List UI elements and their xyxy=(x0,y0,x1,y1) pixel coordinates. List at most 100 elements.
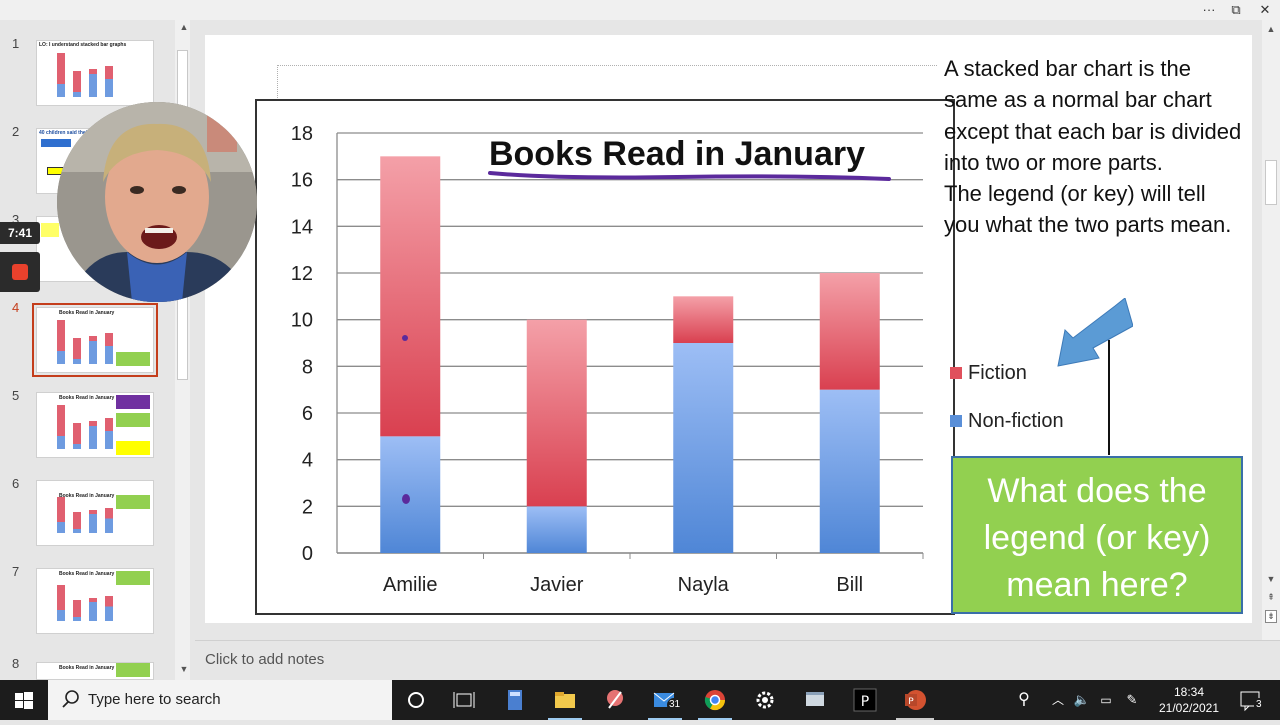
placeholder-border xyxy=(277,65,937,66)
legend-swatch xyxy=(950,367,962,379)
powerpoint-icon[interactable]: P xyxy=(901,686,929,714)
y-tick-label: 8 xyxy=(302,356,313,378)
thumbnail-title: Books Read in January xyxy=(59,571,115,577)
annotation-dot xyxy=(402,335,408,341)
windows-taskbar: Type here to search 31 P P ⚲ ︿ 🔈 ▭ ✎ 18:… xyxy=(0,680,1280,720)
thumbnail-preview[interactable]: LO: I understand stacked bar graphs xyxy=(36,40,154,106)
task-view-icon[interactable] xyxy=(450,686,478,714)
title-underline-annotation xyxy=(488,171,891,181)
scroll-down-icon[interactable]: ▼ xyxy=(1265,574,1277,584)
calculator-icon[interactable] xyxy=(501,686,529,714)
y-tick-label: 2 xyxy=(302,496,313,518)
x-tick-label: Javier xyxy=(530,574,584,596)
chrome-icon[interactable] xyxy=(701,686,729,714)
scroll-down-icon[interactable]: ▼ xyxy=(178,664,190,674)
thumbnail-question-box xyxy=(116,395,150,409)
settings-gear-icon[interactable] xyxy=(751,686,779,714)
mini-chart xyxy=(51,493,121,533)
thumbnail-preview[interactable]: Books Read in January xyxy=(36,662,154,680)
legend-label: Non-fiction xyxy=(968,410,1064,432)
slide-canvas[interactable]: 0 2 4 6 8 10 12 14 16 18 Amilie Javier Nayla Bill Boo… xyxy=(205,35,1252,623)
svg-text:P: P xyxy=(908,697,914,707)
taskbar-clock[interactable]: 18:34 21/02/2021 xyxy=(1150,684,1228,716)
bar-fiction-amilie xyxy=(380,156,441,437)
thumbnail-number: 5 xyxy=(12,388,20,403)
clock-time: 18:34 xyxy=(1173,685,1205,699)
stacked-bar-chart[interactable]: 0 2 4 6 8 10 12 14 16 18 Amilie Javier Nayla Bill Boo… xyxy=(255,99,955,615)
search-placeholder: Type here to search xyxy=(88,691,221,708)
slide-editor: 0 2 4 6 8 10 12 14 16 18 Amilie Javier Nayla Bill Boo… xyxy=(195,20,1262,640)
chart-title: Books Read in January xyxy=(489,135,865,173)
mini-chart xyxy=(51,581,121,621)
y-tick-label: 6 xyxy=(302,403,313,425)
description-line: A stacked bar chart is the same as a nor… xyxy=(944,56,1242,175)
people-icon[interactable]: ⚲ xyxy=(1010,686,1038,714)
capture-app-icon[interactable]: P xyxy=(851,686,879,714)
legend-item-fiction: Fiction xyxy=(950,359,1064,407)
slide-scrollbar[interactable]: ▲ ▼ ⇞ ⇟ xyxy=(1262,20,1280,640)
question-box[interactable]: What does the legend (or key) mean here? xyxy=(951,456,1243,614)
mail-icon[interactable]: 31 xyxy=(651,686,683,714)
pen-icon[interactable]: ✎ xyxy=(1118,686,1146,714)
thumbnail-preview-selected[interactable]: Books Read in January xyxy=(32,303,158,377)
thumbnail-question-box xyxy=(116,352,150,366)
thumbnail-number: 6 xyxy=(12,476,20,491)
thumbnail-question-box xyxy=(116,663,150,677)
stop-recording-button[interactable] xyxy=(0,252,40,292)
cortana-icon[interactable] xyxy=(402,686,430,714)
scrollbar-grip[interactable] xyxy=(1265,160,1277,205)
file-explorer-icon[interactable] xyxy=(551,686,579,714)
chart-svg: 0 2 4 6 8 10 12 14 16 18 Amilie Javier Nayla Bill Boo… xyxy=(291,123,924,596)
thumbnail-question-box xyxy=(116,495,150,509)
pointer-arrow-icon xyxy=(1057,298,1133,367)
thumbnail-title: Books Read in January xyxy=(59,665,115,671)
x-tick-label: Bill xyxy=(836,574,863,596)
thumbnail-number: 8 xyxy=(12,656,20,671)
more-options-icon[interactable]: ··· xyxy=(1198,1,1220,19)
notifications-icon[interactable]: 3 xyxy=(1236,686,1264,714)
legend-item-non-fiction: Non-fiction xyxy=(950,407,1064,455)
next-slide-icon[interactable]: ⇟ xyxy=(1265,610,1277,623)
y-tick-label: 16 xyxy=(291,170,313,192)
thumbnail-preview[interactable]: Books Read in January xyxy=(36,568,154,634)
search-icon xyxy=(62,690,79,708)
bar-fiction-bill xyxy=(819,273,880,390)
app-window-icon[interactable] xyxy=(801,686,829,714)
title-bar: ··· ⧉ ✕ xyxy=(0,0,1280,20)
notes-placeholder[interactable]: Click to add notes xyxy=(205,651,324,668)
previous-slide-icon[interactable]: ⇞ xyxy=(1265,592,1277,603)
scroll-up-icon[interactable]: ▲ xyxy=(1265,24,1277,34)
mini-chart xyxy=(51,401,121,449)
taskbar-search-box[interactable]: Type here to search xyxy=(48,680,392,720)
description-text[interactable]: A stacked bar chart is the same as a nor… xyxy=(944,53,1244,241)
start-button[interactable] xyxy=(0,680,48,720)
scroll-up-icon[interactable]: ▲ xyxy=(178,22,190,32)
y-tick-label: 10 xyxy=(291,310,313,332)
thumbnail-number: 1 xyxy=(12,36,20,51)
connector-line xyxy=(1108,340,1110,455)
notes-pane[interactable]: Click to add notes xyxy=(195,640,1280,680)
thumbnail-preview[interactable]: Books Read in January xyxy=(36,480,154,546)
thumbnail-question-box xyxy=(116,571,150,585)
bar-non-fiction-nayla xyxy=(673,343,734,553)
powerpoint-window: ··· ⧉ ✕ 1 LO: I understand stacked bar g… xyxy=(0,0,1280,680)
windows-logo-icon xyxy=(15,692,33,709)
thumbnail-preview[interactable]: Books Read in January xyxy=(36,392,154,458)
snip-sketch-icon[interactable] xyxy=(601,686,629,714)
svg-text:P: P xyxy=(861,694,869,710)
y-tick-label: 18 xyxy=(291,123,313,145)
x-tick-label: Amilie xyxy=(383,574,437,596)
y-tick-label: 0 xyxy=(302,543,313,565)
bar-non-fiction-bill xyxy=(819,389,880,553)
stop-icon xyxy=(12,264,28,280)
bar-non-fiction-amilie xyxy=(380,436,441,553)
placeholder-border xyxy=(277,65,278,100)
webcam-overlay xyxy=(57,102,257,302)
y-tick-label: 14 xyxy=(291,216,313,238)
close-icon[interactable]: ✕ xyxy=(1254,1,1276,19)
battery-icon[interactable]: ▭ xyxy=(1092,686,1120,714)
thumbnail-number: 7 xyxy=(12,564,20,579)
restore-icon[interactable]: ⧉ xyxy=(1225,1,1247,19)
notification-badge: 3 xyxy=(1254,698,1264,711)
thumbnail-number: 2 xyxy=(12,124,20,139)
